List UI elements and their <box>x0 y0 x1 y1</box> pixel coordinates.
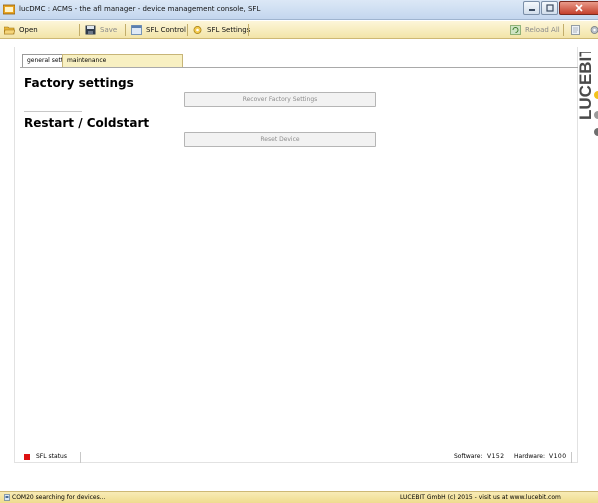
save-label: Save <box>100 26 118 34</box>
factory-settings-heading: Factory settings <box>24 76 134 90</box>
toolbar-separator <box>187 24 188 36</box>
sfl-status-label: SFL status <box>36 453 67 460</box>
software-label: Software: <box>454 453 483 460</box>
content-panel <box>14 47 578 463</box>
status-separator <box>571 452 572 463</box>
open-label: Open <box>19 26 38 34</box>
software-version: V152 <box>487 453 505 460</box>
sfl-status-indicator <box>24 454 30 460</box>
save-disk-icon <box>85 25 96 35</box>
sfl-settings-label: SFL Settings <box>207 26 251 34</box>
brand-dot-dark <box>594 128 598 136</box>
toolbar-separator <box>79 24 80 36</box>
svg-text:LUCEBIT: LUCEBIT <box>576 52 595 120</box>
toolbar-separator <box>125 24 126 36</box>
close-icon <box>575 4 583 12</box>
save-button[interactable]: Save <box>85 24 117 36</box>
tab-maintenance[interactable]: maintenance <box>62 54 183 68</box>
brand-dot-yellow <box>594 91 598 99</box>
window-icon <box>131 25 142 35</box>
sfl-control-label: SFL Control <box>146 26 186 34</box>
section-divider <box>24 111 82 112</box>
toolbar: Open Save SFL Control SFL Settings Reloa… <box>0 21 598 39</box>
settings-button[interactable] <box>589 24 598 36</box>
settings-tools-icon <box>193 26 202 34</box>
hardware-version: V100 <box>549 453 567 460</box>
tab-maintenance-label: maintenance <box>67 57 107 64</box>
minimize-button[interactable] <box>523 1 540 15</box>
device-status-bar: SFL status Software: V152 Hardware: V100 <box>14 452 578 464</box>
toolbar-separator <box>248 24 249 36</box>
reload-all-button[interactable]: Reload All <box>510 24 560 36</box>
maximize-icon <box>545 4 554 12</box>
window-title: lucDMC : ACMS - the afl manager - device… <box>19 5 261 13</box>
gear-icon <box>590 26 598 34</box>
recover-factory-settings-button[interactable]: Recover Factory Settings <box>184 92 376 107</box>
toolbar-separator <box>563 24 564 36</box>
minimize-icon <box>528 9 535 11</box>
tab-underline <box>20 67 578 68</box>
app-icon <box>3 4 15 15</box>
sfl-settings-button[interactable]: SFL Settings <box>192 24 250 36</box>
close-button[interactable] <box>559 1 598 15</box>
connection-status-bar: COM20 searching for devices... LUCEBIT G… <box>0 491 598 503</box>
connection-status-text: COM20 searching for devices... <box>12 494 106 501</box>
maximize-button[interactable] <box>541 1 558 15</box>
restart-coldstart-heading: Restart / Coldstart <box>24 116 150 130</box>
copyright-text[interactable]: LUCEBIT GmbH (c) 2015 - visit us at www.… <box>400 494 561 501</box>
title-bar: lucDMC : ACMS - the afl manager - device… <box>0 0 598 20</box>
sfl-control-button[interactable]: SFL Control <box>131 24 186 36</box>
document-icon <box>571 25 580 35</box>
brand-dot-grey <box>594 111 598 119</box>
reload-icon <box>510 25 521 35</box>
open-button[interactable]: Open <box>4 24 38 36</box>
folder-open-icon <box>4 26 15 35</box>
reset-device-button[interactable]: Reset Device <box>184 132 376 147</box>
hardware-label: Hardware: <box>514 453 545 460</box>
serial-port-icon <box>4 494 10 501</box>
overview-button[interactable] <box>570 24 581 36</box>
reload-all-label: Reload All <box>525 26 560 34</box>
status-separator <box>80 452 81 463</box>
